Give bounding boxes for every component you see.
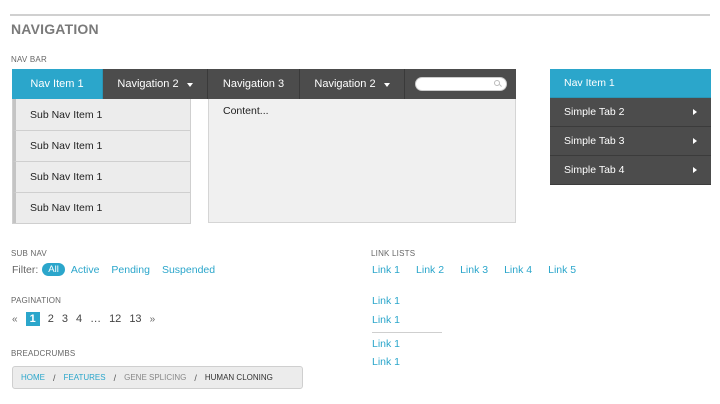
vertical-link-item[interactable]: Link 1	[372, 338, 400, 350]
nav-item-label: Navigation 2	[117, 78, 179, 90]
breadcrumb-separator: /	[194, 372, 197, 383]
chevron-right-icon	[693, 138, 697, 144]
side-tab-1[interactable]: Nav Item 1	[550, 69, 711, 98]
vertical-link-item[interactable]: Link 1	[372, 314, 400, 326]
nav-item-navigation-2[interactable]: Navigation 2	[103, 69, 208, 99]
breadcrumb-separator: /	[113, 372, 117, 383]
pagination-page[interactable]: 3	[62, 313, 68, 325]
content-text: Content...	[223, 105, 269, 117]
breadcrumb-features[interactable]: FEATURES	[64, 373, 106, 382]
pagination: « 1 2 3 4 … 12 13 »	[12, 312, 163, 326]
search-input[interactable]	[415, 82, 506, 95]
nav-bar-caption: NAV BAR	[11, 55, 47, 64]
nav-item-label: Navigation 2	[314, 78, 376, 90]
filter-pending[interactable]: Pending	[111, 264, 150, 276]
sub-nav-item[interactable]: Sub Nav Item 1	[13, 192, 190, 223]
side-tab-3[interactable]: Simple Tab 3	[550, 127, 711, 156]
vertical-link-item[interactable]: Link 1	[372, 356, 400, 368]
link-list-divider	[372, 332, 442, 333]
vertical-link-item[interactable]: Link 1	[372, 295, 400, 307]
inline-link-list: Link 1 Link 2 Link 3 Link 4 Link 5	[372, 264, 592, 276]
pagination-page[interactable]: 4	[76, 313, 82, 325]
side-tab-label: Simple Tab 3	[564, 135, 625, 147]
chevron-right-icon	[693, 167, 697, 173]
side-tab-2[interactable]: Simple Tab 2	[550, 98, 711, 127]
side-tab-label: Nav Item 1	[564, 77, 615, 89]
content-panel: Content...	[208, 99, 516, 223]
breadcrumb-current: HUMAN CLONING	[204, 373, 273, 382]
nav-dropdown-menu: Sub Nav Item 1 Sub Nav Item 1 Sub Nav It…	[12, 99, 191, 224]
link-item[interactable]: Link 4	[504, 264, 532, 276]
breadcrumbs-caption: BREADCRUMBS	[11, 349, 76, 358]
nav-item-navigation-2b[interactable]: Navigation 2	[300, 69, 405, 99]
sub-nav-item[interactable]: Sub Nav Item 1	[13, 99, 190, 130]
top-divider	[10, 14, 710, 16]
search-box	[414, 77, 507, 95]
pagination-page[interactable]: 13	[129, 313, 141, 325]
nav-item-label: Navigation 3	[222, 78, 285, 90]
pagination-page[interactable]: 2	[48, 313, 54, 325]
side-tab-4[interactable]: Simple Tab 4	[550, 156, 711, 185]
nav-item-1[interactable]: Nav Item 1	[12, 69, 103, 99]
nav-item-label: Nav Item 1	[30, 78, 84, 90]
pagination-next[interactable]: »	[150, 314, 156, 325]
breadcrumb: HOME / FEATURES / GENE SPLICING / HUMAN …	[12, 366, 303, 389]
chevron-down-icon	[186, 82, 193, 87]
side-tabs: Nav Item 1 Simple Tab 2 Simple Tab 3 Sim…	[550, 69, 711, 185]
sub-nav-item[interactable]: Sub Nav Item 1	[13, 130, 190, 161]
side-tab-label: Simple Tab 4	[564, 164, 625, 176]
filter-all[interactable]: All	[42, 263, 65, 276]
chevron-down-icon	[383, 82, 390, 87]
breadcrumb-separator: /	[53, 372, 56, 383]
filter-suspended[interactable]: Suspended	[162, 264, 215, 276]
link-item[interactable]: Link 3	[460, 264, 488, 276]
pagination-page-current[interactable]: 1	[25, 312, 40, 326]
breadcrumb-gene-splicing[interactable]: GENE SPLICING	[124, 373, 186, 382]
link-lists-caption: LINK LISTS	[371, 249, 416, 258]
link-item[interactable]: Link 5	[548, 264, 576, 276]
side-tab-label: Simple Tab 2	[564, 106, 625, 118]
filter-active[interactable]: Active	[71, 264, 100, 276]
link-item[interactable]: Link 2	[416, 264, 444, 276]
chevron-right-icon	[693, 109, 697, 115]
link-item[interactable]: Link 1	[372, 264, 400, 276]
nav-bar: Nav Item 1 Navigation 2 Navigation 3 Nav…	[12, 69, 516, 99]
nav-item-navigation-3[interactable]: Navigation 3	[208, 69, 300, 99]
sub-nav: Filter: All Active Pending Suspended	[12, 263, 227, 276]
pagination-ellipsis: …	[90, 313, 102, 325]
pagination-page[interactable]: 12	[109, 313, 121, 325]
breadcrumb-home[interactable]: HOME	[21, 373, 45, 382]
page-title: NAVIGATION	[11, 21, 99, 37]
filter-label: Filter:	[12, 263, 39, 276]
nav-search-container	[405, 69, 516, 99]
sub-nav-caption: SUB NAV	[11, 249, 47, 258]
pagination-prev[interactable]: «	[12, 314, 18, 325]
sub-nav-item[interactable]: Sub Nav Item 1	[13, 161, 190, 192]
pagination-caption: PAGINATION	[11, 296, 62, 305]
search-icon[interactable]	[493, 80, 500, 86]
